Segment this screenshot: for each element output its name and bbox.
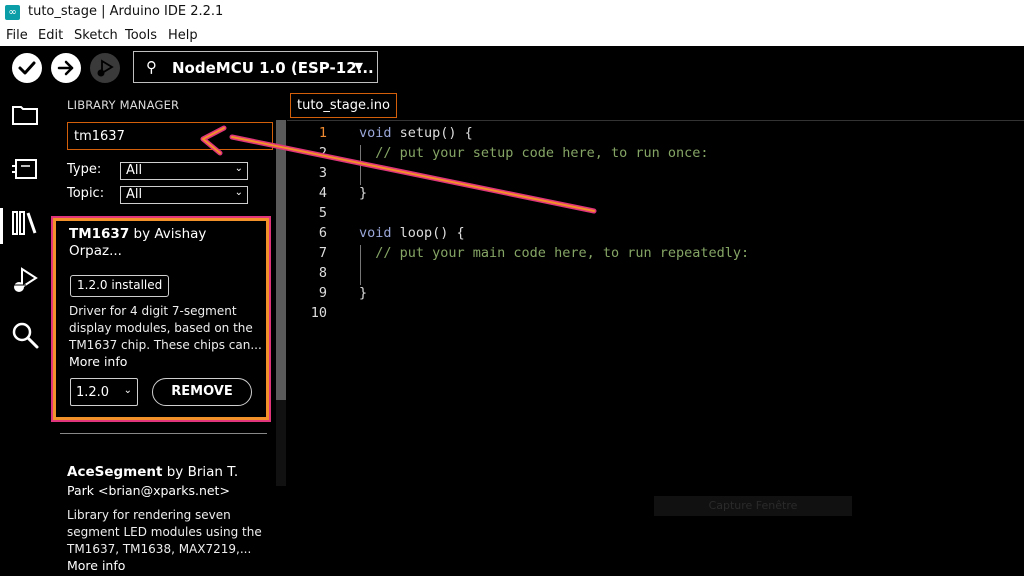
library-desc-line: TM1637, TM1638, MAX7219,... bbox=[67, 542, 252, 556]
activity-bar bbox=[0, 90, 50, 576]
more-info-link[interactable]: More info bbox=[69, 354, 127, 369]
code-line: void setup() { bbox=[359, 125, 473, 141]
library-card-tm1637: TM1637 by Avishay Orpaz... 1.2.0 install… bbox=[51, 216, 271, 422]
tab-tuto-stage[interactable]: tuto_stage.ino bbox=[290, 93, 397, 118]
line-number: 10 bbox=[310, 305, 327, 321]
debug-panel-button[interactable] bbox=[10, 266, 40, 296]
code-text: setup() { bbox=[391, 125, 473, 141]
library-name: TM1637 bbox=[69, 226, 130, 242]
divider bbox=[60, 433, 267, 434]
debug-button[interactable] bbox=[90, 53, 120, 83]
search-button[interactable] bbox=[10, 320, 40, 350]
library-title: AceSegment by Brian T. bbox=[67, 464, 257, 481]
library-manager-panel: LIBRARY MANAGER Type: All ⌄ Topic: All ⌄… bbox=[50, 90, 287, 576]
chevron-down-icon: ⌄ bbox=[234, 163, 243, 174]
menu-file[interactable]: File bbox=[6, 28, 28, 43]
library-title: TM1637 by Avishay bbox=[69, 226, 259, 243]
search-icon bbox=[12, 322, 39, 349]
scrollbar-thumb[interactable] bbox=[276, 120, 286, 400]
capture-window-overlay: Capture Fenêtre bbox=[654, 496, 852, 516]
line-number: 8 bbox=[318, 265, 327, 281]
library-desc-line: TM1637 chip. These chips can... bbox=[69, 338, 262, 352]
line-number: 2 bbox=[318, 145, 327, 161]
menu-help[interactable]: Help bbox=[168, 28, 198, 43]
code-line: } bbox=[359, 185, 368, 201]
library-author-cont: Orpaz... bbox=[69, 243, 122, 259]
library-desc-line: Driver for 4 digit 7-segment bbox=[69, 304, 237, 318]
folder-icon bbox=[12, 106, 38, 125]
line-number: 5 bbox=[318, 205, 327, 221]
topic-value: All bbox=[126, 187, 143, 202]
upload-icon bbox=[57, 60, 74, 76]
board-icon bbox=[12, 159, 37, 179]
type-label: Type: bbox=[67, 162, 102, 177]
installed-badge: 1.2.0 installed bbox=[70, 275, 170, 297]
menu-sketch[interactable]: Sketch bbox=[74, 28, 118, 43]
more-info-link[interactable]: More info bbox=[67, 558, 125, 573]
sketchbook-button[interactable] bbox=[10, 100, 40, 130]
boards-manager-button[interactable] bbox=[10, 154, 40, 184]
library-desc-line: Library for rendering seven bbox=[67, 508, 231, 522]
line-number: 3 bbox=[318, 165, 327, 181]
library-author: by Avishay bbox=[129, 226, 207, 242]
panel-title: LIBRARY MANAGER bbox=[67, 98, 180, 112]
usb-icon: ⚲ bbox=[146, 58, 157, 76]
code-text: loop() { bbox=[391, 225, 465, 241]
line-number: 1 bbox=[318, 125, 327, 141]
library-desc-line: display modules, based on the bbox=[69, 321, 253, 335]
code-comment: // put your setup code here, to run once… bbox=[359, 145, 709, 161]
line-number: 9 bbox=[318, 285, 327, 301]
chevron-down-icon: ⌄ bbox=[123, 385, 132, 396]
library-search-input[interactable] bbox=[67, 122, 273, 150]
verify-button[interactable] bbox=[12, 53, 42, 83]
library-icon bbox=[12, 211, 37, 235]
library-author: by Brian T. bbox=[162, 464, 239, 480]
chevron-down-icon: ▼ bbox=[354, 60, 363, 73]
verify-icon bbox=[18, 61, 36, 75]
topic-label: Topic: bbox=[67, 186, 105, 201]
editor-tab-bar: tuto_stage.ino bbox=[287, 90, 1024, 121]
line-number: 6 bbox=[318, 225, 327, 241]
menu-edit[interactable]: Edit bbox=[38, 28, 63, 43]
type-value: All bbox=[126, 163, 143, 178]
upload-button[interactable] bbox=[51, 53, 81, 83]
topic-select[interactable]: All ⌄ bbox=[120, 186, 248, 204]
code-line: } bbox=[359, 285, 368, 301]
code-comment: // put your main code here, to run repea… bbox=[359, 245, 750, 261]
library-author-cont: Park <brian@xparks.net> bbox=[67, 483, 230, 498]
arduino-app-icon: ∞ bbox=[5, 5, 20, 20]
line-number: 7 bbox=[318, 245, 327, 261]
line-number: 4 bbox=[318, 185, 327, 201]
library-desc-line: segment LED modules using the bbox=[67, 525, 262, 539]
version-select[interactable]: 1.2.0 ⌄ bbox=[70, 378, 138, 406]
code-line: void loop() { bbox=[359, 225, 465, 241]
code-keyword: void bbox=[359, 125, 392, 141]
board-name: NodeMCU 1.0 (ESP-12... bbox=[172, 59, 374, 77]
window-title: tuto_stage | Arduino IDE 2.2.1 bbox=[28, 4, 224, 19]
version-value: 1.2.0 bbox=[76, 385, 110, 400]
code-keyword: void bbox=[359, 225, 392, 241]
remove-button[interactable]: REMOVE bbox=[152, 378, 252, 406]
board-selector[interactable]: ⚲ NodeMCU 1.0 (ESP-12... ▼ bbox=[133, 51, 378, 83]
title-bar: ∞ tuto_stage | Arduino IDE 2.2.1 bbox=[0, 0, 1024, 25]
menu-tools[interactable]: Tools bbox=[125, 28, 157, 43]
debug-icon bbox=[97, 59, 114, 77]
chevron-down-icon: ⌄ bbox=[234, 187, 243, 198]
library-name: AceSegment bbox=[67, 464, 163, 480]
library-manager-button[interactable] bbox=[0, 208, 50, 244]
menu-bar: File Edit Sketch Tools Help bbox=[0, 25, 1024, 46]
debug-panel-icon bbox=[12, 267, 38, 292]
type-select[interactable]: All ⌄ bbox=[120, 162, 248, 180]
